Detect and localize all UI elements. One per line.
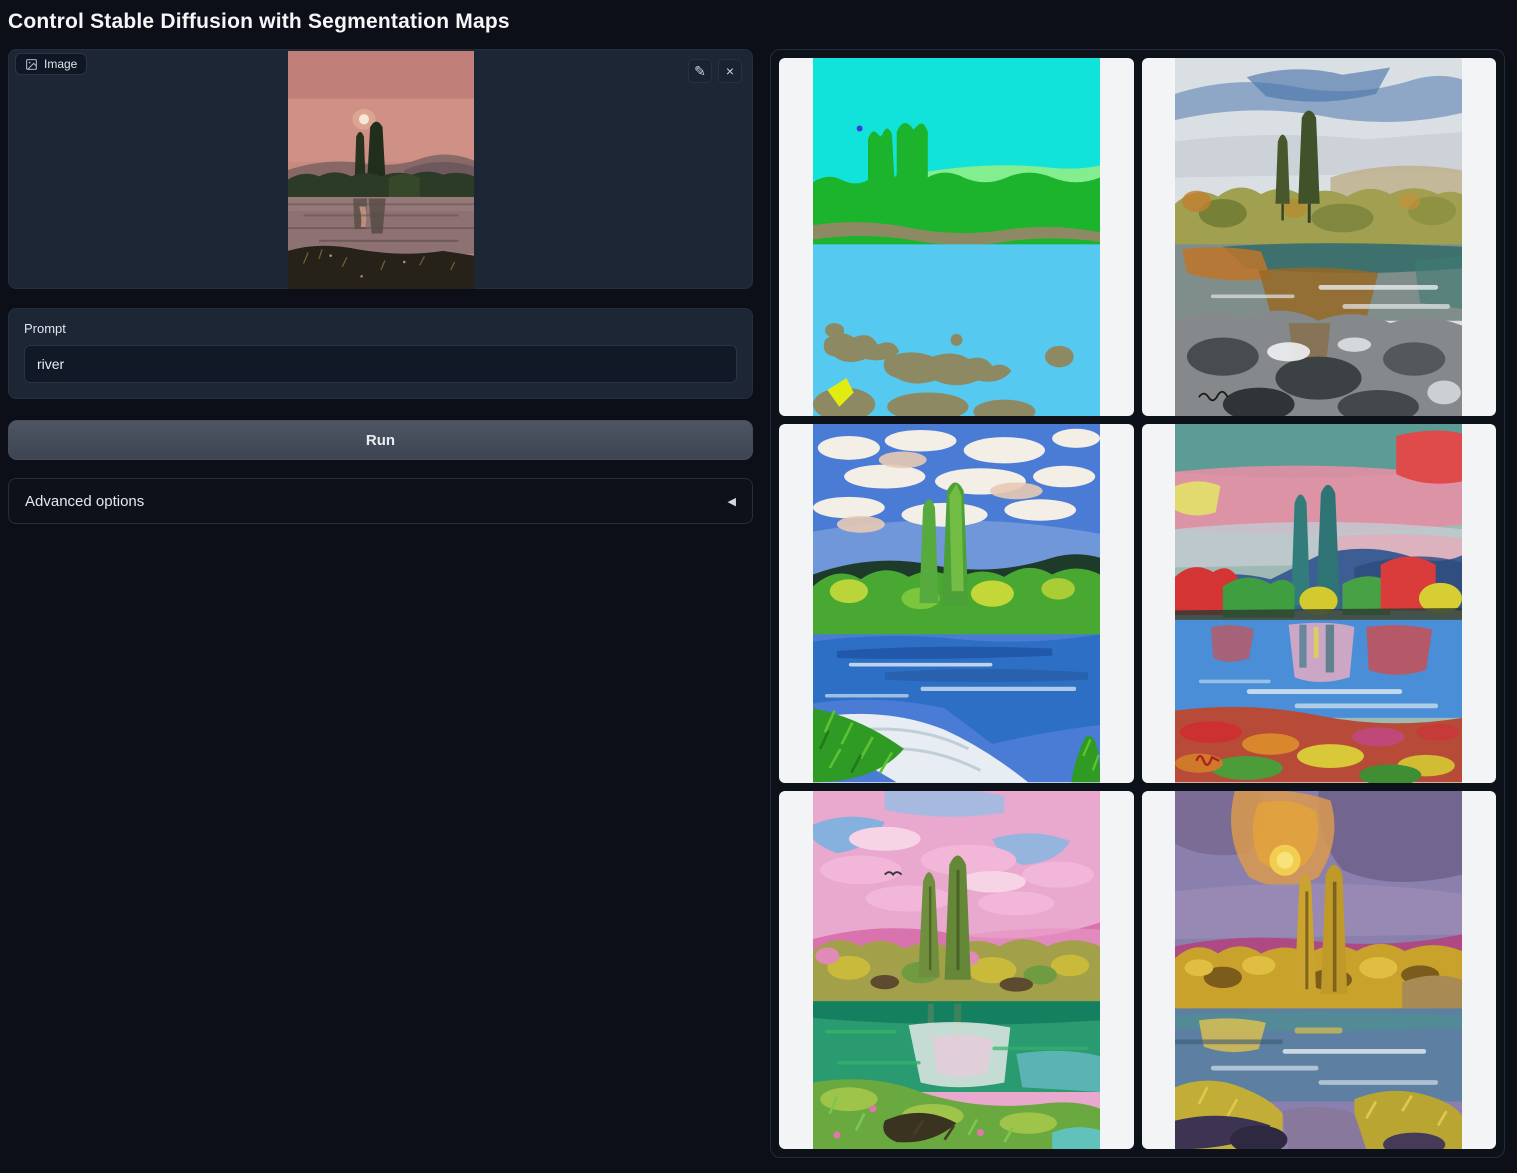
image-icon <box>25 58 38 71</box>
image-upload-area[interactable]: Image ✎ × <box>8 49 753 289</box>
main-layout: Image ✎ × <box>8 49 1509 1158</box>
colorful-river-image <box>1175 424 1462 782</box>
close-icon: × <box>726 64 734 78</box>
image-block-label: Image <box>15 53 87 75</box>
pastel-lake-image <box>813 791 1100 1149</box>
image-toolbar: ✎ × <box>688 59 742 83</box>
gallery-item-vivid-oil[interactable] <box>779 424 1134 782</box>
gallery-item-watercolor[interactable] <box>1142 58 1497 416</box>
gallery-item-pastel[interactable] <box>779 791 1134 1149</box>
output-gallery <box>770 49 1505 1158</box>
input-column: Image ✎ × <box>8 49 753 524</box>
app-root: Control Stable Diffusion with Segmentati… <box>0 0 1517 1173</box>
sunset-river-photo <box>288 51 474 289</box>
gallery-item-colorful[interactable] <box>1142 424 1497 782</box>
pencil-icon: ✎ <box>694 64 706 78</box>
page-title: Control Stable Diffusion with Segmentati… <box>8 10 1509 34</box>
golden-sunset-image <box>1175 791 1462 1149</box>
clear-image-button[interactable]: × <box>718 59 742 83</box>
gallery-item-segmentation-map[interactable] <box>779 58 1134 416</box>
gallery-item-golden-sunset[interactable] <box>1142 791 1497 1149</box>
image-block-label-text: Image <box>44 57 77 71</box>
prompt-input[interactable] <box>24 345 737 383</box>
advanced-options-label: Advanced options <box>25 493 144 510</box>
edit-image-button[interactable]: ✎ <box>688 59 712 83</box>
watercolor-river-image <box>1175 58 1462 416</box>
chevron-left-icon: ◀ <box>728 495 736 508</box>
prompt-label: Prompt <box>24 321 737 336</box>
prompt-block: Prompt <box>8 308 753 399</box>
run-button[interactable]: Run <box>8 420 753 460</box>
uploaded-image-thumbnail <box>288 51 474 289</box>
vivid-oil-river-image <box>813 424 1100 782</box>
advanced-options-accordion[interactable]: Advanced options ◀ <box>8 478 753 524</box>
segmentation-map-image <box>813 58 1100 416</box>
